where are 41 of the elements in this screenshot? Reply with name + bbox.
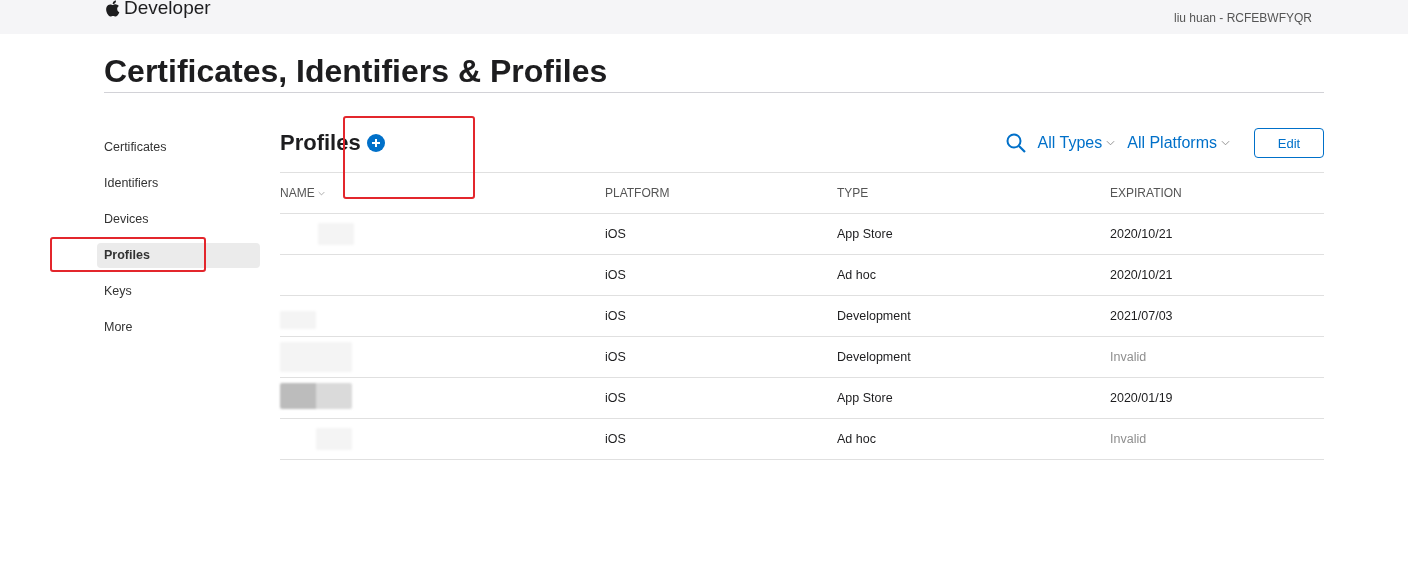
caret-icon (1106, 140, 1116, 146)
table-cell: 2021/07/03 (1110, 309, 1173, 323)
table-cell: iOS (605, 309, 626, 323)
table-cell: Development (837, 350, 911, 364)
table-cell: iOS (605, 227, 626, 241)
sidebar-item[interactable]: More (97, 315, 260, 340)
table-cell: Invalid (1110, 350, 1147, 364)
column-header[interactable]: PLATFORM (605, 186, 670, 200)
table-cell: 2020/01/19 (1110, 391, 1173, 405)
table-cell: 2020/10/21 (1110, 268, 1173, 282)
column-header[interactable]: EXPIRATION (1110, 186, 1182, 200)
caret-icon (1221, 140, 1230, 146)
apple-logo-icon (104, 0, 120, 18)
table-cell: Invalid (1110, 432, 1147, 446)
table-cell: iOS (605, 350, 626, 364)
table-cell: Development (837, 309, 911, 323)
table-cell: iOS (605, 268, 626, 282)
table-cell: Ad hoc (837, 268, 876, 282)
search-icon[interactable] (1005, 133, 1026, 153)
brand-name[interactable]: Developer (124, 0, 211, 18)
column-header[interactable]: NAME (280, 186, 325, 200)
add-icon[interactable] (366, 134, 385, 152)
sidebar-item[interactable]: Certificates (97, 135, 260, 160)
sidebar-item[interactable]: Profiles (97, 243, 260, 268)
edit-button[interactable]: Edit (1254, 128, 1324, 158)
column-header[interactable]: TYPE (837, 186, 869, 200)
sidebar-item[interactable]: Identifiers (97, 171, 260, 196)
table-cell: Ad hoc (837, 432, 876, 446)
filter-dropdown[interactable]: All Types (1037, 134, 1116, 152)
table-cell: App Store (837, 391, 893, 405)
redacted-blur (280, 383, 352, 409)
filter-dropdown[interactable]: All Platforms (1127, 134, 1230, 152)
table-cell: iOS (605, 391, 626, 405)
sidebar-item[interactable]: Devices (97, 207, 260, 232)
page-title: Certificates, Identifiers & Profiles (104, 52, 1324, 93)
table-cell: iOS (605, 432, 626, 446)
account-name: liu huan - RCFEBWFYQR (1173, 11, 1312, 27)
sort-caret-icon (317, 190, 325, 196)
table-cell: 2020/10/21 (1110, 227, 1173, 241)
sidebar-item[interactable]: Keys (97, 279, 260, 304)
table-cell: App Store (837, 227, 893, 241)
